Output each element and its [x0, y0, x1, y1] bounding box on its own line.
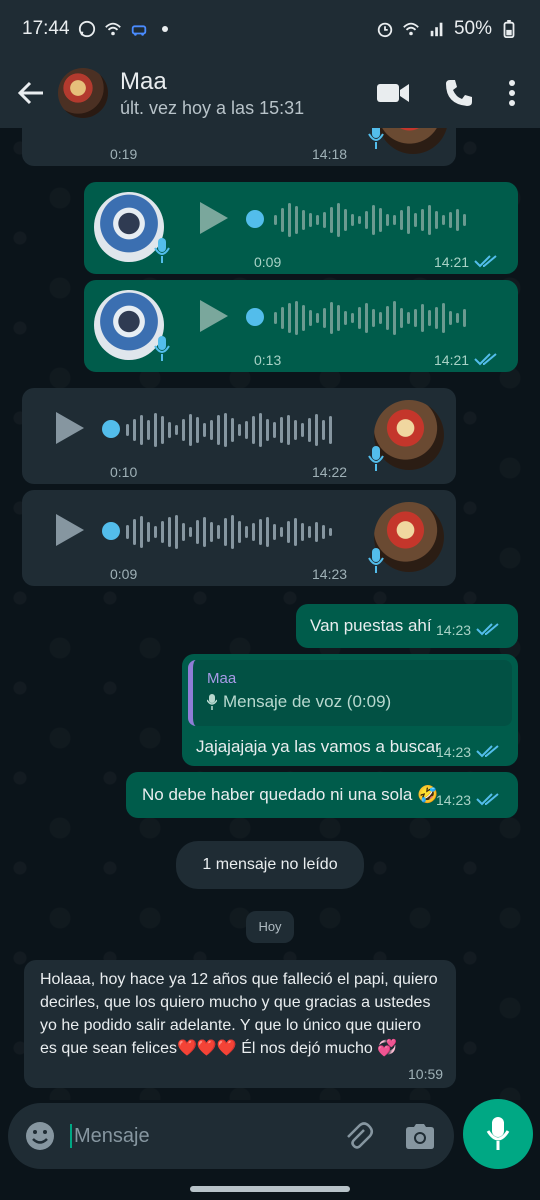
battery-icon [503, 20, 515, 38]
message-text: Jajajajaja ya las vamos a buscar [196, 737, 441, 756]
voice-message-incoming[interactable]: 0:09 14:23 [22, 490, 456, 586]
message-time: 14:23 [312, 566, 348, 582]
message-time: 14:23 [436, 622, 472, 638]
read-ticks-icon [476, 793, 499, 806]
play-button[interactable] [200, 300, 228, 332]
voice-message-incoming[interactable]: 0:19 14:18 [22, 128, 456, 166]
voice-message-outgoing[interactable]: 0:13 14:21 [84, 280, 518, 372]
message-line: decirles, que los quiero mucho y que gra… [40, 994, 431, 1011]
quote-text-label: Mensaje de voz (0:09) [223, 692, 392, 711]
alarm-icon [377, 22, 393, 38]
unread-label: 1 mensaje no leído [202, 856, 338, 873]
message-line: es que sean felices❤️❤️❤️ Él nos dejó mu… [40, 1040, 398, 1057]
message-text: Van puestas ahí [310, 616, 432, 635]
video-call-icon[interactable] [376, 81, 410, 105]
message-text: No debe haber quedado ni una sola 🤣 [142, 785, 439, 804]
message-time: 10:59 [408, 1066, 444, 1082]
mic-icon [154, 336, 170, 361]
mic-icon [207, 694, 217, 710]
wifi-icon [403, 22, 419, 36]
phone-icon[interactable] [444, 78, 474, 108]
seek-handle[interactable] [246, 210, 264, 228]
date-divider: Hoy [246, 911, 294, 943]
message-time: 14:21 [434, 254, 470, 270]
mic-icon [368, 446, 384, 471]
read-ticks-icon [474, 353, 497, 366]
waveform [274, 202, 466, 238]
voice-message-incoming[interactable]: 0:10 14:22 [22, 388, 456, 484]
text-message-outgoing[interactable]: No debe haber quedado ni una sola 🤣 14:2… [126, 772, 518, 818]
read-ticks-icon [474, 255, 497, 268]
voice-duration: 0:13 [254, 352, 282, 368]
chat-header: Maa últ. vez hoy a las 15:31 [0, 58, 540, 128]
mic-icon [154, 238, 170, 263]
play-button[interactable] [200, 202, 228, 234]
message-time: 14:22 [312, 464, 348, 480]
message-composer[interactable]: Mensaje [8, 1103, 454, 1169]
car-icon [131, 25, 146, 36]
message-line: yo he podido salir adelante. Y que lo ún… [40, 1017, 422, 1034]
contact-name: Maa [120, 67, 167, 95]
last-seen: últ. vez hoy a las 15:31 [120, 97, 305, 118]
status-bar: 17:44 50% [0, 0, 540, 58]
message-time: 14:21 [434, 352, 470, 368]
message-text: Holaaa, hoy hace ya 12 años que falleció… [40, 968, 438, 1060]
more-vert-icon[interactable] [508, 79, 516, 107]
seek-handle[interactable] [102, 420, 120, 438]
message-line: Holaaa, hoy hace ya 12 años que falleció… [40, 971, 438, 988]
signal-icon [430, 22, 443, 37]
camera-icon[interactable] [404, 1122, 436, 1150]
home-indicator[interactable] [190, 1186, 350, 1192]
message-input[interactable]: Mensaje [70, 1124, 290, 1148]
battery-percent: 50% [453, 18, 492, 39]
emoji-icon[interactable] [24, 1120, 56, 1152]
wifi-icon [104, 22, 121, 36]
waveform [126, 412, 332, 448]
voice-message-outgoing[interactable]: 0:09 14:21 [84, 182, 518, 274]
message-time: 14:23 [436, 744, 472, 760]
seek-handle[interactable] [102, 522, 120, 540]
attach-icon[interactable] [342, 1120, 374, 1152]
message-input-placeholder: Mensaje [74, 1124, 150, 1147]
voice-duration: 0:09 [254, 254, 282, 270]
quoted-message[interactable]: Maa Mensaje de voz (0:09) [188, 660, 512, 726]
play-button[interactable] [56, 412, 84, 444]
quote-author: Maa [207, 670, 237, 687]
seek-handle[interactable] [246, 308, 264, 326]
mic-icon [486, 1117, 510, 1150]
text-message-outgoing[interactable]: Van puestas ahí 14:23 [296, 604, 518, 648]
chat-area[interactable]: 0:19 14:18 0:09 14:21 0:13 14:21 0:10 14… [0, 128, 540, 1100]
text-caret [70, 1124, 72, 1148]
unread-divider: 1 mensaje no leído [176, 841, 364, 889]
waveform [126, 514, 332, 550]
message-time: 14:23 [436, 792, 472, 808]
message-time: 14:18 [312, 146, 348, 162]
quote-text: Mensaje de voz (0:09) [207, 692, 391, 712]
read-ticks-icon [476, 745, 499, 758]
notification-dot [161, 26, 168, 32]
sender-avatar [374, 502, 444, 572]
contact-avatar[interactable] [58, 68, 108, 118]
voice-duration: 0:09 [110, 566, 138, 582]
back-button[interactable] [16, 78, 46, 108]
whatsapp-icon [78, 20, 95, 38]
back-arrow-icon [17, 81, 43, 105]
mic-icon [368, 128, 384, 149]
sender-avatar [374, 400, 444, 470]
play-button[interactable] [56, 514, 84, 546]
read-ticks-icon [476, 623, 499, 636]
waveform [274, 300, 466, 336]
voice-duration: 0:10 [110, 464, 138, 480]
mic-icon [368, 548, 384, 573]
voice-record-button[interactable] [463, 1099, 533, 1169]
sender-avatar [378, 128, 448, 154]
contact-info[interactable]: Maa últ. vez hoy a las 15:31 [120, 68, 304, 119]
reply-message-outgoing[interactable]: Maa Mensaje de voz (0:09) Jajajajaja ya … [182, 654, 518, 766]
date-label: Hoy [258, 919, 282, 934]
composer-area: Mensaje [0, 1100, 540, 1200]
text-message-incoming[interactable]: Holaaa, hoy hace ya 12 años que falleció… [24, 960, 456, 1088]
status-time: 17:44 [22, 18, 70, 39]
voice-duration: 0:19 [110, 146, 138, 162]
